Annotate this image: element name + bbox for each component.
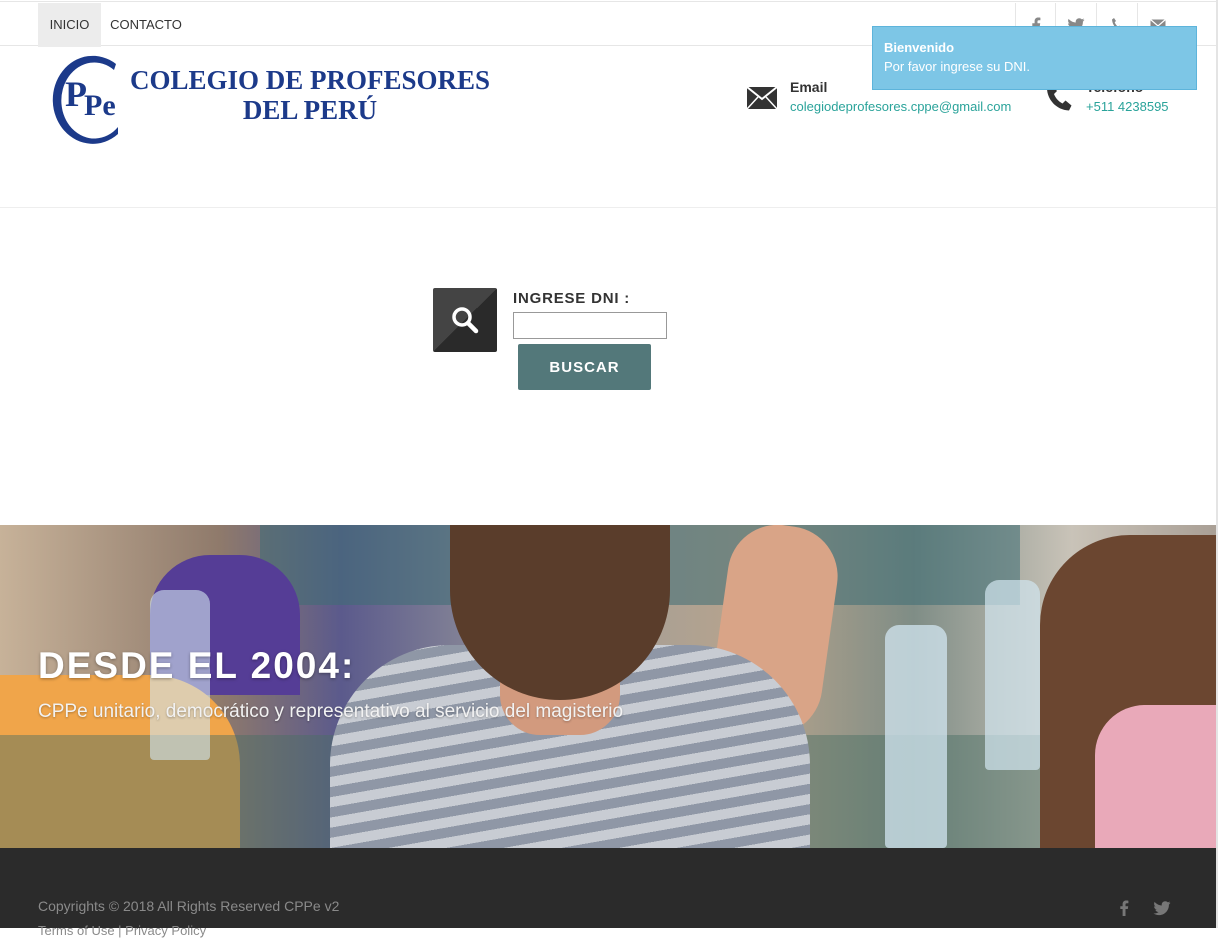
welcome-toast[interactable]: Bienvenido Por favor ingrese su DNI. — [872, 26, 1197, 90]
search-icon — [452, 307, 479, 334]
footer-facebook-link[interactable] — [1119, 900, 1129, 921]
facebook-icon — [1120, 900, 1129, 916]
buscar-button[interactable]: BUSCAR — [518, 344, 651, 390]
nav-item-contacto[interactable]: CONTACTO — [101, 3, 191, 47]
hero-photo-bottle — [885, 625, 947, 848]
envelope-icon — [746, 86, 778, 110]
header-divider — [0, 207, 1218, 208]
logo-line-2: DEL PERÚ — [242, 95, 378, 125]
hero-title: DESDE EL 2004: — [38, 645, 356, 686]
toast-message: Por favor ingrese su DNI. — [884, 59, 1030, 74]
cppe-monogram-logo: P Pe — [52, 55, 118, 144]
search-icon-box — [433, 288, 497, 352]
hero-photo-student-shirt — [1095, 705, 1218, 848]
phone-value[interactable]: +511 4238595 — [1086, 96, 1169, 118]
footer: Copyrights © 2018 All Rights Reserved CP… — [0, 848, 1218, 938]
twitter-icon — [1153, 901, 1171, 916]
toast-title: Bienvenido — [884, 40, 955, 55]
site-logo[interactable]: P Pe COLEGIO DE PROFESORES DEL PERÚ — [38, 50, 498, 145]
hero-banner: DESDE EL 2004: CPPe unitario, democrátic… — [0, 525, 1218, 848]
logo-line-1: COLEGIO DE PROFESORES — [129, 65, 491, 95]
svg-text:Pe: Pe — [84, 89, 116, 122]
hero-subtitle: CPPe unitario, democrático y representat… — [38, 701, 624, 722]
footer-copyright: Copyrights © 2018 All Rights Reserved CP… — [38, 898, 340, 914]
footer-twitter-link[interactable] — [1153, 901, 1171, 921]
nav-item-inicio[interactable]: INICIO — [38, 3, 101, 47]
logo-wordmark: COLEGIO DE PROFESORES DEL PERÚ — [124, 65, 496, 125]
footer-links[interactable]: Terms of Use | Privacy Policy — [38, 923, 206, 938]
hero-photo-bottle — [985, 580, 1040, 770]
dni-label: INGRESE DNI : — [513, 290, 631, 307]
dni-input[interactable] — [513, 312, 667, 339]
email-value[interactable]: colegiodeprofesores.cppe@gmail.com — [790, 96, 1011, 118]
